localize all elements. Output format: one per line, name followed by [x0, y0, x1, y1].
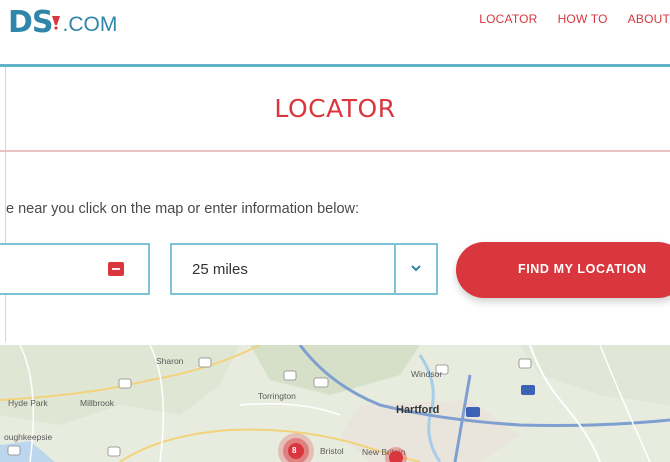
map-label-hartford: Hartford: [396, 404, 440, 416]
radius-select[interactable]: 25 miles: [170, 243, 438, 295]
title-divider: [0, 150, 670, 152]
nav-about[interactable]: ABOUT: [628, 12, 670, 26]
location-marker[interactable]: [381, 443, 411, 462]
logo-exclamation-icon: [51, 16, 60, 30]
main-nav: LOCATOR HOW TO ABOUT: [479, 12, 670, 26]
logo-wordmark: DS: [8, 5, 54, 40]
instructions-text: e near you click on the map or enter inf…: [6, 201, 360, 217]
find-my-location-button[interactable]: FIND MY LOCATION: [456, 242, 670, 298]
site-logo[interactable]: DS .COM: [8, 6, 117, 40]
cluster-count: 8: [292, 446, 297, 455]
map-label-hyde-park: Hyde Park: [8, 398, 48, 408]
nav-how-to[interactable]: HOW TO: [558, 12, 608, 26]
map-label-poughkeepsie: oughkeepsie: [4, 432, 53, 442]
map-label-windsor: Windsor: [411, 369, 443, 379]
chevron-down-icon[interactable]: [408, 260, 424, 276]
title-band: LOCATOR: [0, 67, 670, 151]
radius-value: 25 miles: [192, 261, 248, 278]
select-divider: [394, 245, 396, 293]
page-title: LOCATOR: [274, 94, 396, 123]
find-button-label: FIND MY LOCATION: [518, 262, 647, 276]
address-input[interactable]: [0, 243, 150, 295]
locator-map[interactable]: Sharon Windsor Hyde Park Millbrook Torri…: [0, 345, 670, 462]
logo-suffix: .COM: [62, 13, 118, 36]
map-label-bristol: Bristol: [320, 446, 344, 456]
site-header: DS .COM LOCATOR HOW TO ABOUT: [0, 0, 670, 66]
map-label-millbrook: Millbrook: [80, 398, 115, 408]
map-label-sharon: Sharon: [156, 356, 184, 366]
map-label-torrington: Torrington: [258, 391, 296, 401]
nav-locator[interactable]: LOCATOR: [479, 12, 537, 26]
location-input-icon[interactable]: [108, 262, 124, 276]
